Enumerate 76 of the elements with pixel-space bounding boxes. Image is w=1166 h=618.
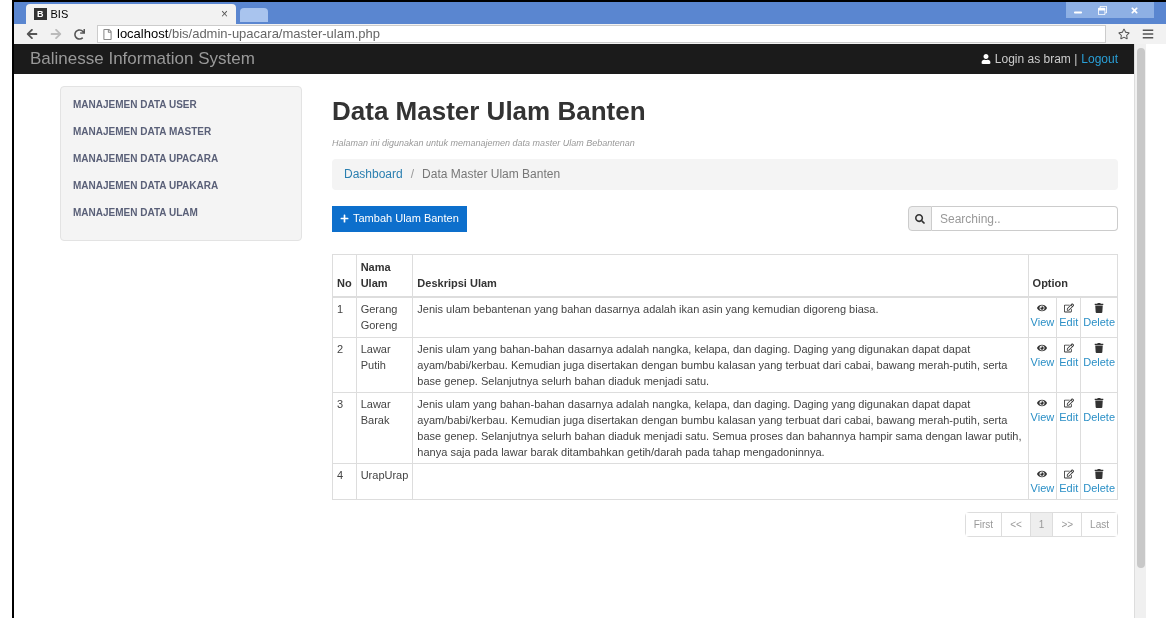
search-field[interactable]: Searching.. (932, 206, 1118, 231)
eye-icon (1037, 397, 1048, 408)
table-cell: Gerang Goreng (360, 302, 398, 331)
table-cell: 3 (337, 397, 344, 410)
table-cell: Jenis ulam yang bahan-bahan dasarnya adalah nangka, kelapa, dan daging. Daging yang digunakan dapat dapat ayam/babi/kerbau. Kemudian juga disertakan dengan bumbu kalasan yang terbuat dari cabai, bawang merah-putih, serta base genep. Selanjutnya selurh bahan diaduk menjadi satu. (417, 342, 1008, 387)
trash-icon (1094, 302, 1105, 313)
sidebar-link[interactable]: MANAJEMEN DATA ULAM (73, 205, 289, 220)
table-cell: 1 (337, 302, 344, 315)
close-icon (1129, 5, 1139, 15)
trash-icon (1094, 468, 1105, 479)
eye-icon (1037, 468, 1048, 479)
table-cell: 2 (337, 342, 344, 355)
table-cell: Jenis ulam yang bahan-bahan dasarnya adalah nangka, kelapa, dan daging. Daging yang digunakan dapat dapat ayam/babi/kerbau. Kemudian juga disertakan dengan bumbu kalasan yang terbuat dari cabai, bawang merah-putih, serta base genep. Selanjutnya selurh bahan diaduk menjadi satu. Semua proses dan bahannya hampir sama dengan lawar putih, hanya saja pada lawar barak ditambahkan getih/darah pada tahap mengadoninnya. (417, 397, 1022, 458)
table-cell: Lawar Putih (360, 342, 391, 371)
column-header: Option (1032, 277, 1068, 289)
sidebar-link[interactable]: MANAJEMEN DATA UPAKARA (73, 178, 289, 193)
action-link[interactable]: Edit (1059, 466, 1079, 496)
action-link[interactable]: Delete (1083, 395, 1115, 425)
tab-title: BIS (50, 6, 70, 22)
page-subtitle: Halaman ini digunakan untuk memanajemen data master Ulam Bebantenan (332, 137, 636, 150)
url-text: localhost/bis/admin-upacara/master-ulam.php (117, 25, 381, 44)
close-button[interactable] (1114, 2, 1154, 18)
breadcrumb-separator: / (410, 166, 415, 183)
edit-icon (1063, 302, 1074, 313)
pagination-link[interactable]: 1 (1029, 512, 1053, 536)
plus-icon (340, 214, 349, 223)
trash-icon (1094, 397, 1105, 408)
eye-icon (1037, 342, 1048, 353)
table-cell: UrapUrap (360, 468, 409, 481)
edit-icon (1063, 397, 1074, 408)
browser-tab[interactable]: B BIS × (26, 4, 236, 24)
page-title: Data Master Ulam Banten (332, 95, 647, 128)
tab-close-button[interactable]: × (221, 5, 228, 23)
column-header: Deskripsi Ulam (417, 277, 497, 289)
eye-icon (1037, 302, 1048, 313)
favicon: B (34, 8, 47, 20)
breadcrumb-current: Data Master Ulam Banten (422, 166, 561, 183)
action-link[interactable]: View (1030, 300, 1055, 330)
action-link[interactable]: Delete (1083, 340, 1115, 370)
back-icon[interactable] (26, 28, 38, 40)
sidebar-link[interactable]: MANAJEMEN DATA USER (73, 97, 289, 112)
logout-link[interactable]: Logout (1081, 50, 1118, 68)
page-icon (102, 28, 113, 40)
address-bar[interactable]: localhost/bis/admin-upacara/master-ulam.php (97, 25, 1106, 43)
restore-icon (1097, 5, 1107, 15)
action-link[interactable]: Edit (1059, 300, 1079, 330)
search-icon (915, 213, 925, 224)
trash-icon (1094, 342, 1105, 353)
login-text: Login as bram | (994, 51, 1078, 68)
edit-icon (1063, 468, 1074, 479)
table-cell: Lawar Barak (360, 397, 391, 426)
table-cell: Jenis ulam bebantenan yang bahan dasarnya adalah ikan asin yang kemudian digoreng biasa. (417, 302, 879, 315)
action-link[interactable]: Edit (1059, 395, 1079, 425)
menu-icon[interactable] (1142, 28, 1154, 40)
action-link[interactable]: Delete (1083, 300, 1115, 330)
new-tab-button[interactable] (240, 8, 268, 22)
sidebar-link[interactable]: MANAJEMEN DATA UPACARA (73, 151, 289, 166)
action-link[interactable]: View (1030, 395, 1055, 425)
column-header: Nama Ulam (360, 260, 391, 289)
action-link[interactable]: Edit (1059, 340, 1079, 370)
column-header: No (337, 277, 352, 289)
breadcrumb-link[interactable]: Dashboard (344, 165, 403, 183)
forward-icon[interactable] (50, 28, 62, 40)
action-link[interactable]: View (1030, 340, 1055, 370)
sidebar-link[interactable]: MANAJEMEN DATA MASTER (73, 124, 289, 139)
bookmark-star-icon[interactable] (1118, 28, 1130, 40)
pagination-link[interactable]: Last (1081, 512, 1117, 536)
reload-icon[interactable] (74, 28, 85, 40)
table-cell: 4 (337, 468, 344, 481)
minimize-button[interactable] (1066, 2, 1090, 18)
action-link[interactable]: Delete (1083, 466, 1115, 496)
edit-icon (1063, 342, 1074, 353)
user-icon (980, 54, 991, 64)
add-button[interactable]: Tambah Ulam Banten (332, 205, 467, 232)
brand-title[interactable]: Balinesse Information System (30, 46, 255, 72)
action-link[interactable]: View (1030, 466, 1055, 496)
